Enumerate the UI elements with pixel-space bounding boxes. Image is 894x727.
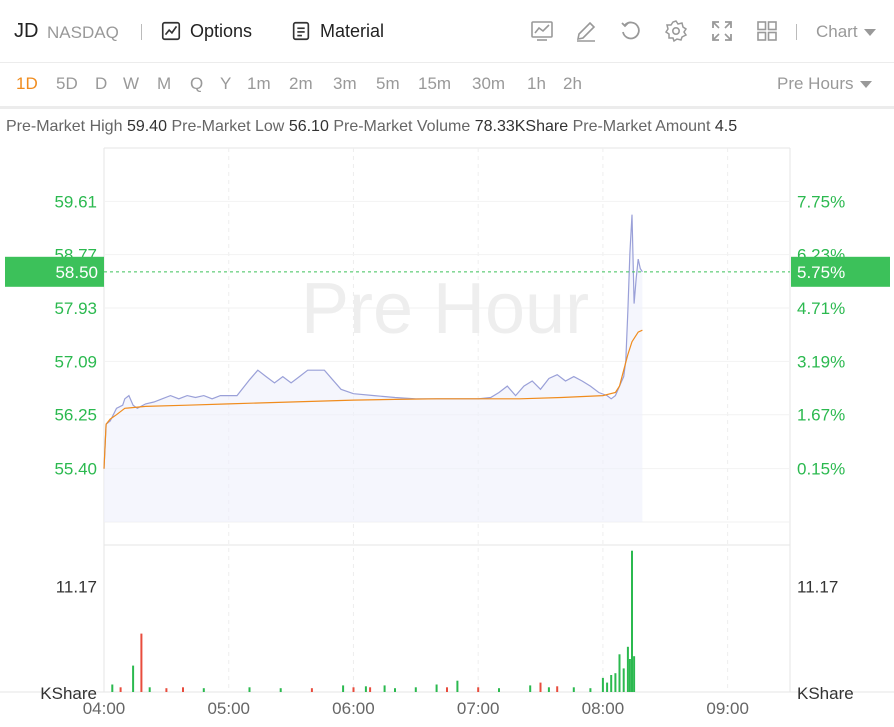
volume-bar bbox=[477, 687, 480, 692]
volume-bar bbox=[342, 685, 345, 692]
volume-bar bbox=[539, 682, 542, 692]
volume-bar bbox=[446, 687, 448, 692]
y-tick-percent-label: 3.19% bbox=[797, 352, 845, 371]
volume-bar bbox=[383, 685, 386, 692]
price-area bbox=[104, 214, 643, 522]
y-tick-label: 57.93 bbox=[54, 299, 97, 318]
volume-bar bbox=[435, 684, 438, 692]
current-price-tag-left: 58.50 bbox=[5, 256, 104, 287]
y-tick-percent-label: 1.67% bbox=[797, 406, 845, 425]
y-tick-label: 59.61 bbox=[54, 192, 97, 211]
volume-bar bbox=[633, 656, 636, 692]
volume-bar bbox=[364, 686, 367, 692]
volume-bar bbox=[111, 684, 114, 692]
volume-bar bbox=[414, 687, 417, 692]
volume-bar bbox=[369, 687, 372, 692]
volume-bar bbox=[140, 633, 143, 692]
volume-bar bbox=[631, 550, 633, 692]
volume-bar bbox=[610, 675, 613, 692]
intraday-chart[interactable]: Pre Hour 59.61 7.75%58.77 6.23%57.93 4.71%5… bbox=[0, 0, 894, 727]
x-tick-label: 09:00 bbox=[706, 699, 749, 718]
current-price-value: 58.50 bbox=[55, 263, 98, 282]
volume-bar bbox=[628, 659, 631, 692]
volume-bar bbox=[132, 665, 135, 692]
current-price-tag-right: 5.75% bbox=[791, 256, 890, 287]
volume-bar bbox=[601, 677, 604, 692]
volume-bar bbox=[572, 687, 575, 692]
volume-bar bbox=[394, 688, 396, 692]
volume-bar bbox=[279, 688, 282, 692]
volume-bar bbox=[456, 680, 459, 692]
volume-bar bbox=[547, 687, 550, 692]
volume-bar bbox=[498, 688, 500, 692]
y-tick-percent-label: 7.75% bbox=[797, 192, 845, 211]
volume-bar bbox=[589, 688, 592, 692]
x-tick-label: 07:00 bbox=[457, 699, 500, 718]
volume-bar bbox=[248, 687, 251, 692]
chart-watermark: Pre Hour bbox=[301, 269, 589, 349]
x-tick-label: 04:00 bbox=[83, 699, 126, 718]
y-tick-label: 57.09 bbox=[54, 352, 97, 371]
volume-bar bbox=[614, 673, 617, 692]
volume-bar bbox=[148, 687, 151, 692]
x-tick-label: 08:00 bbox=[582, 699, 625, 718]
volume-bar bbox=[202, 688, 205, 692]
current-change-percent: 5.75% bbox=[797, 263, 845, 282]
volume-bar bbox=[352, 687, 355, 692]
y-tick-percent-label: 4.71% bbox=[797, 299, 845, 318]
volume-bar bbox=[529, 685, 532, 692]
volume-bar bbox=[618, 654, 621, 692]
volume-bar bbox=[310, 688, 313, 692]
x-tick-label: 05:00 bbox=[207, 699, 250, 718]
volume-bar bbox=[606, 682, 609, 692]
volume-bar bbox=[182, 687, 184, 692]
y-tick-percent-label: 0.15% bbox=[797, 460, 845, 479]
volume-tick-label: 11.17 bbox=[797, 578, 838, 597]
volume-bars bbox=[111, 550, 636, 692]
volume-bar bbox=[119, 687, 122, 692]
volume-tick-label: 11.17 bbox=[56, 578, 97, 597]
y-tick-label: 55.40 bbox=[54, 460, 97, 479]
volume-bar bbox=[556, 686, 559, 692]
x-tick-label: 06:00 bbox=[332, 699, 375, 718]
volume-unit-label: KShare bbox=[797, 684, 854, 703]
y-tick-label: 56.25 bbox=[54, 406, 97, 425]
volume-bar bbox=[622, 668, 625, 692]
volume-bar bbox=[165, 688, 168, 692]
volume-bar bbox=[626, 646, 629, 692]
